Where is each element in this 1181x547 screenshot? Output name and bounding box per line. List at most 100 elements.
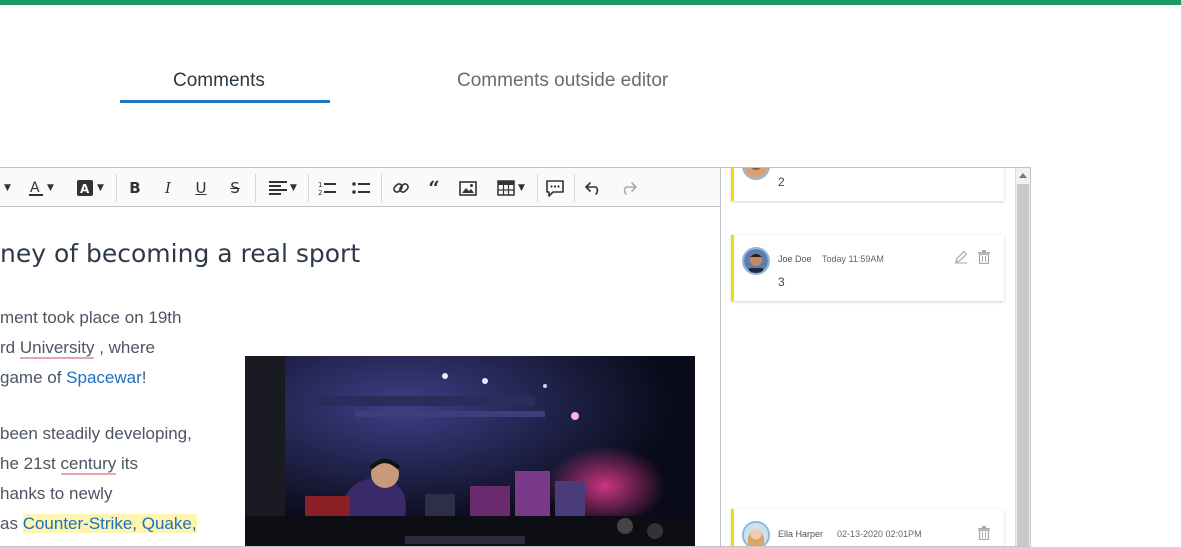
tab-comments-outside-editor[interactable]: Comments outside editor — [457, 70, 668, 92]
chevron-down-icon: ▼ — [290, 183, 297, 193]
bold-button[interactable]: B — [124, 177, 146, 199]
scroll-up-arrow-icon[interactable] — [1019, 173, 1027, 178]
bold-icon: B — [129, 179, 141, 197]
toolbar-separator — [537, 174, 538, 202]
comment-author: Joe Doe — [778, 254, 812, 264]
tab-comments[interactable]: Comments — [173, 70, 265, 92]
numbered-list-icon: 12 — [318, 181, 336, 196]
numbered-list-button[interactable]: 12 — [316, 177, 338, 199]
bulleted-list-icon — [352, 182, 370, 194]
underline-icon: U — [195, 179, 207, 197]
insert-table-dropdown[interactable]: ▼ — [492, 177, 530, 199]
link-icon — [393, 183, 409, 193]
paragraph-line: been steadily developing, — [0, 424, 192, 443]
redo-button[interactable] — [617, 177, 639, 199]
spelling-error-word[interactable]: century — [60, 454, 117, 475]
esports-photo[interactable] — [245, 356, 695, 546]
comment-text: 3 — [778, 275, 785, 289]
comment-text: 2 — [778, 175, 785, 189]
active-tab-indicator — [120, 100, 330, 103]
user-avatar-icon — [744, 523, 768, 546]
trash-icon — [978, 526, 990, 541]
font-size-dropdown[interactable]: ▼ — [0, 177, 12, 199]
paragraph-line: he 21st century its — [0, 449, 197, 479]
font-background-icon: A — [77, 180, 94, 196]
italic-icon: I — [165, 179, 171, 197]
text-fragment: rd — [0, 338, 20, 357]
esports-arena-image — [245, 356, 695, 546]
avatar — [742, 247, 770, 275]
chevron-down-icon: ▼ — [518, 183, 525, 193]
text-fragment: , — [132, 514, 142, 533]
text-fragment: , — [191, 514, 197, 533]
text-fragment: , where — [94, 338, 155, 357]
chevron-down-icon: ▼ — [97, 183, 104, 193]
comment-thread[interactable]: Joe Doe Today 11:59AM 3 — [731, 235, 1004, 301]
text-fragment: ! — [141, 368, 147, 387]
scrollbar-thumb[interactable] — [1017, 184, 1029, 546]
spacewar-link[interactable]: Spacewar — [66, 368, 142, 387]
delete-comment-button[interactable] — [978, 249, 992, 265]
paragraph-2: been steadily developing, he 21st centur… — [0, 419, 197, 539]
comment-thread[interactable]: 2 — [731, 168, 1004, 201]
svg-text:1: 1 — [318, 181, 322, 189]
comment-thread[interactable]: Ella Harper 02-13-2020 02:01PM — [731, 509, 1004, 546]
text-fragment: game of — [0, 368, 67, 387]
italic-button[interactable]: I — [157, 177, 179, 199]
redo-icon — [623, 182, 637, 195]
toolbar-separator — [255, 174, 256, 202]
text-fragment: its — [116, 454, 138, 473]
insert-image-button[interactable] — [457, 177, 479, 199]
image-icon — [459, 180, 477, 196]
align-left-icon — [269, 181, 288, 195]
paragraph-1: ment took place on 19th rd University , … — [0, 303, 181, 393]
paragraph-line: ment took place on 19th — [0, 308, 182, 327]
tab-bar: Comments Comments outside editor — [0, 60, 1181, 110]
text-fragment: he 21st — [0, 454, 61, 473]
comment-button[interactable] — [544, 177, 566, 199]
delete-comment-button[interactable] — [978, 525, 992, 541]
strikethrough-icon: S — [230, 179, 240, 197]
alignment-dropdown[interactable]: ▼ — [264, 177, 302, 199]
toolbar-separator — [116, 174, 117, 202]
undo-button[interactable] — [583, 177, 605, 199]
pencil-icon — [955, 250, 968, 264]
top-accent-bar — [0, 0, 1181, 5]
editor-content[interactable]: ney of becoming a real sport ment took p… — [0, 207, 720, 546]
toolbar-separator — [574, 174, 575, 202]
paragraph-line: rd University , where — [0, 333, 181, 363]
document-heading: ney of becoming a real sport — [0, 239, 361, 268]
vertical-scrollbar[interactable] — [1015, 168, 1030, 546]
editor-toolbar: ▼ A ▼ A ▼ B I U S ▼ 12 “ ▼ — [0, 168, 720, 207]
comments-sidebar: 2 Joe Doe Today 11:59AM 3 Ella Harper 02… — [720, 168, 1015, 546]
svg-text:2: 2 — [318, 189, 322, 196]
avatar — [742, 521, 770, 546]
counter-strike-link[interactable]: Counter-Strike — [23, 514, 133, 533]
avatar — [742, 168, 770, 180]
strikethrough-button[interactable]: S — [224, 177, 246, 199]
quake-link[interactable]: Quake — [142, 514, 192, 533]
font-color-dropdown[interactable]: A ▼ — [22, 177, 60, 199]
commented-text-highlight[interactable]: Counter-Strike, Quake, — [22, 514, 197, 533]
link-button[interactable] — [390, 177, 412, 199]
bulleted-list-button[interactable] — [350, 177, 372, 199]
text-fragment: as — [0, 514, 23, 533]
block-quote-button[interactable]: “ — [423, 176, 445, 200]
svg-text:A: A — [30, 180, 40, 196]
toolbar-separator — [381, 174, 382, 202]
trash-icon — [978, 250, 990, 265]
comment-icon — [546, 180, 564, 197]
rich-text-editor: ▼ A ▼ A ▼ B I U S ▼ 12 “ ▼ ney of becomi… — [0, 167, 1031, 547]
user-avatar-icon — [744, 168, 768, 178]
table-icon — [497, 180, 515, 196]
underline-button[interactable]: U — [190, 177, 212, 199]
paragraph-line: game of Spacewar! — [0, 363, 181, 393]
comment-author: Ella Harper — [778, 529, 824, 539]
chevron-down-icon: ▼ — [47, 183, 54, 193]
spelling-error-word[interactable]: University — [19, 338, 95, 359]
user-avatar-icon — [744, 249, 768, 273]
undo-icon — [585, 182, 599, 195]
svg-text:A: A — [80, 182, 90, 196]
font-background-dropdown[interactable]: A ▼ — [70, 177, 110, 199]
edit-comment-button[interactable] — [954, 249, 968, 264]
